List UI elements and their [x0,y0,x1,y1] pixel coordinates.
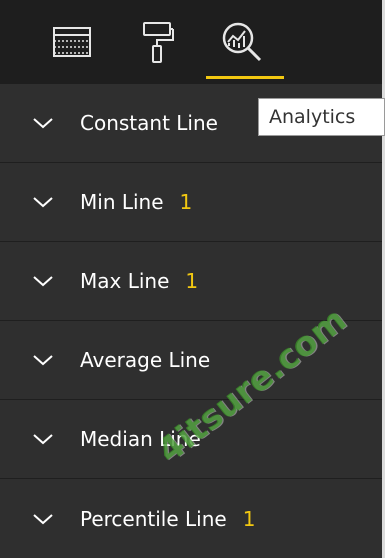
chevron-down-icon [32,512,54,526]
tab-fields[interactable] [44,14,100,70]
section-min-line[interactable]: Min Line 1 [0,163,382,242]
tab-format[interactable] [130,14,186,70]
line-count: 1 [242,506,256,531]
section-label: Max Line [80,269,170,293]
section-label: Min Line [80,190,164,214]
active-tab-indicator [206,76,284,79]
line-count: 1 [179,190,193,214]
analytics-section-list: Constant Line Min Line 1 Max Line 1 Aver… [0,84,382,558]
section-average-line[interactable]: Average Line [0,321,382,400]
pane-tab-bar [0,0,382,84]
chevron-down-icon [32,274,54,288]
section-label: Constant Line [80,111,218,135]
section-median-line[interactable]: Median Line [0,400,382,479]
analytics-tooltip: Analytics [258,98,385,136]
analytics-icon [222,22,262,62]
paint-roller-icon [143,22,174,63]
chevron-down-icon [32,116,54,130]
fields-icon [53,27,91,57]
chevron-down-icon [32,353,54,367]
section-label: Average Line [80,348,211,372]
section-max-line[interactable]: Max Line 1 [0,242,382,321]
section-label: Percentile Line [80,506,227,531]
line-count: 1 [185,269,199,293]
visualizations-pane: Constant Line Min Line 1 Max Line 1 Aver… [0,0,385,558]
section-label: Median Line [80,427,201,451]
chevron-down-icon [32,432,54,446]
chevron-down-icon [32,195,54,209]
section-percentile-line[interactable]: Percentile Line 1 [0,479,382,558]
tab-analytics[interactable] [214,14,270,70]
